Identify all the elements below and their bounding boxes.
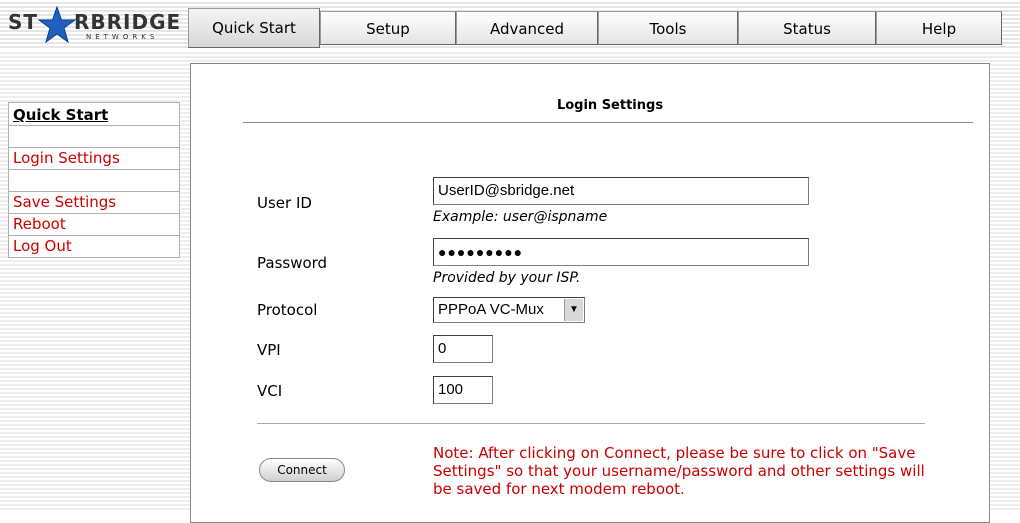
vci-input[interactable]: 100: [433, 376, 493, 404]
divider: [257, 423, 925, 424]
sidebar-item-save-settings[interactable]: Save Settings: [8, 192, 180, 214]
sidebar-item-reboot[interactable]: Reboot: [8, 214, 180, 236]
page-title: Login Settings: [556, 98, 664, 113]
sidebar-item-login-settings[interactable]: Login Settings: [8, 148, 180, 170]
user-id-hint: Example: user@ispname: [433, 209, 608, 225]
dropdown-arrow-icon[interactable]: ▼: [564, 299, 583, 321]
tab-quick-start[interactable]: Quick Start: [188, 8, 320, 48]
sidebar-title[interactable]: Quick Start: [8, 102, 180, 126]
logo: ST RBRIDGE NETWORKS: [8, 6, 186, 46]
logo-text-right: RBRIDGE: [74, 10, 182, 34]
user-id-label: User ID: [257, 194, 312, 212]
protocol-select[interactable]: PPPoA VC-Mux ▼: [433, 297, 585, 323]
user-id-input[interactable]: UserID@sbridge.net: [433, 177, 809, 205]
tab-setup[interactable]: Setup: [320, 11, 456, 45]
protocol-label: Protocol: [257, 301, 318, 319]
logo-text-left: ST: [8, 10, 39, 34]
content-panel: Login Settings User ID UserID@sbridge.ne…: [190, 63, 990, 523]
tab-tools[interactable]: Tools: [598, 11, 738, 45]
vci-label: VCI: [257, 382, 283, 400]
vpi-label: VPI: [257, 341, 281, 359]
vpi-input[interactable]: 0: [433, 335, 493, 363]
star-icon: [38, 6, 76, 44]
connect-button[interactable]: Connect: [259, 458, 345, 482]
password-label: Password: [257, 254, 328, 272]
sidebar: Quick Start Login Settings Save Settings…: [8, 102, 180, 258]
sidebar-spacer: [8, 126, 180, 148]
logo-subtext: NETWORKS: [86, 33, 159, 41]
tab-help[interactable]: Help: [876, 11, 1002, 45]
sidebar-item-log-out[interactable]: Log Out: [8, 236, 180, 258]
tab-advanced[interactable]: Advanced: [456, 11, 598, 45]
password-hint: Provided by your ISP.: [433, 270, 581, 286]
password-input[interactable]: ●●●●●●●●●: [433, 238, 809, 266]
sidebar-spacer: [8, 170, 180, 192]
protocol-selected-value: PPPoA VC-Mux: [438, 301, 544, 318]
top-bar: ST RBRIDGE NETWORKS Quick Start Setup Ad…: [0, 0, 1020, 50]
tab-status[interactable]: Status: [738, 11, 876, 45]
connect-note: Note: After clicking on Connect, please …: [433, 444, 925, 498]
divider: [243, 122, 973, 123]
